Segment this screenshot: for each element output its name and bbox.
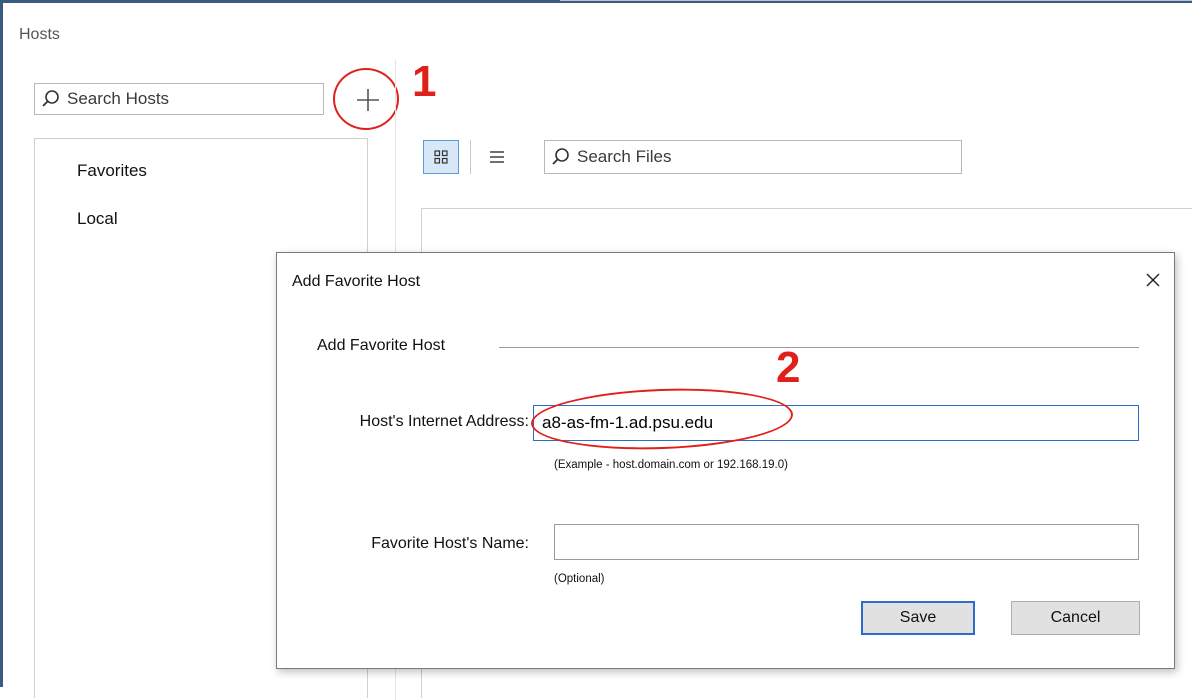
- host-name-input[interactable]: [554, 524, 1139, 560]
- toolbar-separator: [470, 140, 471, 174]
- search-icon: [552, 148, 569, 165]
- save-button[interactable]: Save: [861, 601, 975, 635]
- dialog-title: Add Favorite Host: [292, 273, 421, 290]
- host-name-label: Favorite Host's Name:: [371, 535, 529, 552]
- cancel-button[interactable]: Cancel: [1011, 601, 1140, 635]
- nav-item-favorites[interactable]: Favorites: [77, 161, 147, 181]
- hosts-section-title: Hosts: [19, 26, 60, 43]
- grid-view-icon: [434, 150, 448, 164]
- group-title: Add Favorite Host: [317, 337, 464, 355]
- search-hosts-box[interactable]: [34, 83, 324, 115]
- annotation-number-2: 2: [776, 343, 801, 392]
- grid-view-button[interactable]: [423, 140, 459, 174]
- add-host-button[interactable]: [336, 72, 400, 128]
- close-button[interactable]: [1140, 267, 1166, 293]
- window-top-border-light: [560, 0, 1192, 1]
- list-view-button[interactable]: [482, 140, 512, 174]
- close-icon: [1146, 273, 1160, 287]
- search-icon: [42, 90, 59, 107]
- host-address-hint: (Example - host.domain.com or 192.168.19…: [554, 459, 788, 471]
- annotation-number-1: 1: [412, 57, 437, 106]
- group-separator-line: [499, 347, 1139, 348]
- list-view-icon: [490, 151, 504, 163]
- window-left-border: [0, 0, 3, 687]
- add-favorite-host-dialog: Add Favorite Host Add Favorite Host Host…: [276, 252, 1175, 669]
- search-files-box[interactable]: [544, 140, 962, 174]
- host-address-input[interactable]: [533, 405, 1139, 441]
- host-address-label: Host's Internet Address:: [359, 413, 529, 430]
- nav-item-local[interactable]: Local: [77, 209, 118, 229]
- search-hosts-input[interactable]: [67, 89, 307, 109]
- search-files-input[interactable]: [577, 147, 947, 167]
- host-name-hint: (Optional): [554, 573, 605, 585]
- plus-icon: [357, 89, 379, 111]
